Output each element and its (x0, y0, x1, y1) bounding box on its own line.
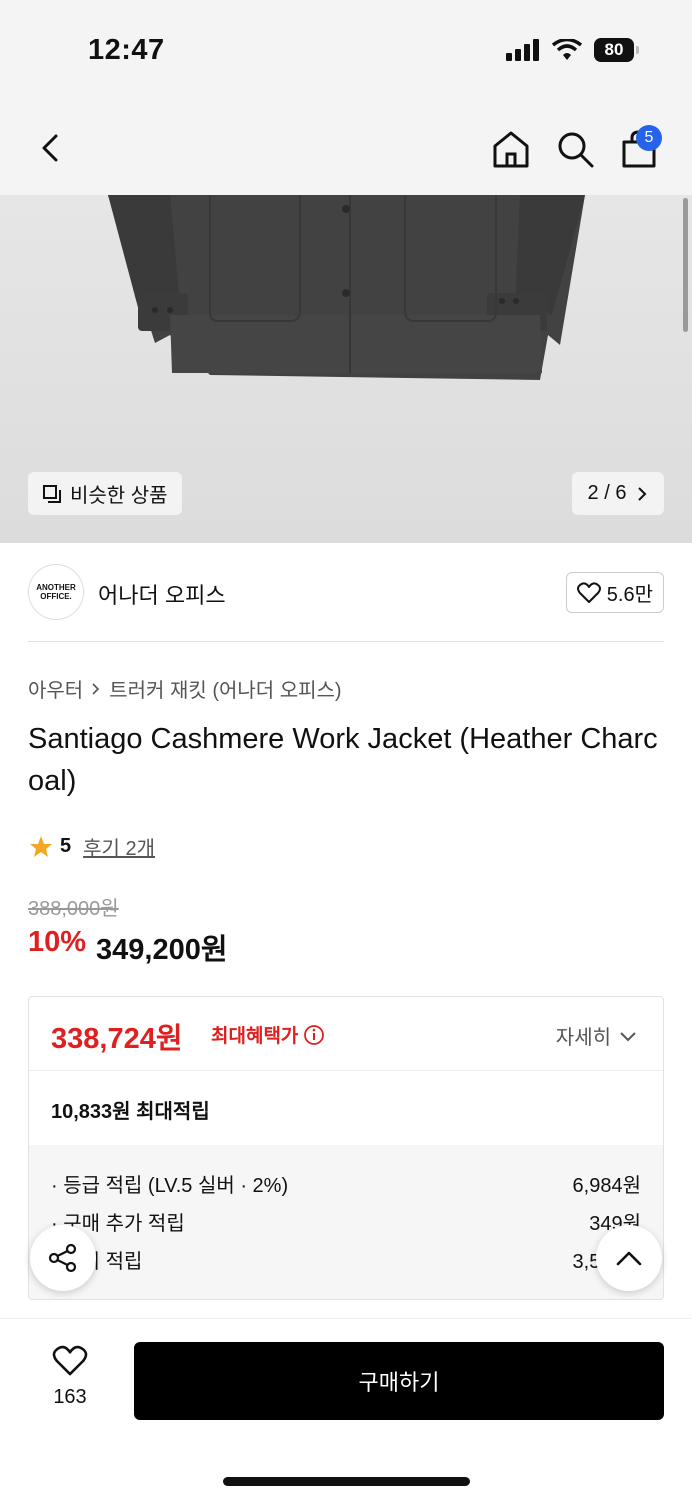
points-row: · 후기 적립 3,500원 (51, 1245, 641, 1274)
brand-logo[interactable]: ANOTHER OFFICE. (28, 564, 84, 620)
breadcrumb-category[interactable]: 아우터 (28, 674, 83, 703)
points-list: · 등급 적립 (LV.5 실버 · 2%) 6,984원 · 구매 추가 적립… (29, 1145, 663, 1299)
benefit-card: 338,724원 최대혜택가 자세히 10,833원 최대적립 · 등급 적립 … (28, 996, 664, 1300)
max-benefit-label: 최대혜택가 (211, 1021, 325, 1048)
home-indicator (223, 1477, 470, 1486)
scrollbar[interactable] (683, 198, 688, 332)
brand-name[interactable]: 어나더 오피스 (98, 578, 226, 610)
wishlist-count: 163 (53, 1386, 87, 1408)
cart-count-badge: 5 (636, 125, 662, 151)
share-button[interactable] (30, 1225, 96, 1291)
brand-logo-line1: ANOTHER (36, 583, 76, 592)
battery-icon: 80 (594, 38, 639, 62)
brand-logo-line2: OFFICE. (40, 592, 72, 601)
breadcrumb-subcategory[interactable]: 트러커 재킷 (어나더 오피스) (109, 674, 341, 703)
brand-like-count: 5.6만 (606, 584, 653, 606)
discount-rate: 10% (28, 926, 87, 958)
nav-bar (0, 100, 692, 195)
points-total: 10,833원 최대적립 (51, 1101, 210, 1123)
page-indicator: 2 / 6 (587, 482, 627, 504)
max-benefit-price: 338,724원 (51, 1023, 183, 1055)
signal-icon (506, 39, 539, 61)
detail-toggle[interactable]: 자세히 (556, 1021, 637, 1050)
star-icon (30, 835, 52, 857)
detail-toggle-label: 자세히 (555, 1027, 611, 1049)
similar-products-label: 비슷한 상품 (70, 485, 168, 507)
brand-like-button[interactable]: 5.6만 (565, 572, 664, 613)
product-title: Santiago Cashmere Work Jacket (Heather C… (28, 723, 658, 797)
home-icon[interactable] (490, 128, 532, 170)
points-value: 6,984원 (572, 1175, 641, 1197)
chevron-down-icon (620, 1031, 636, 1041)
rating-score: 5 (60, 835, 72, 857)
points-row: · 등급 적립 (LV.5 실버 · 2%) 6,984원 (51, 1169, 641, 1198)
reviews-link[interactable]: 후기 2개 (83, 832, 155, 861)
image-pager[interactable]: 2 / 6 (572, 472, 664, 515)
heart-icon (576, 581, 601, 603)
chevron-right-icon (638, 486, 647, 501)
buy-button[interactable]: 구매하기 (134, 1342, 664, 1420)
wifi-icon (552, 39, 582, 60)
breadcrumb: 아우터 트러커 재킷 (어나더 오피스) (28, 674, 342, 703)
info-icon[interactable] (303, 1024, 325, 1046)
similar-icon (43, 484, 61, 503)
chevron-up-icon (616, 1251, 642, 1266)
brand-row[interactable]: ANOTHER OFFICE. 어나더 오피스 5.6만 (28, 560, 664, 642)
points-label: · 등급 적립 (LV.5 실버 · 2%) (51, 1175, 289, 1197)
status-icons: 80 (506, 38, 639, 62)
benefit-header[interactable]: 338,724원 최대혜택가 자세히 (29, 997, 663, 1071)
heart-icon (52, 1345, 88, 1376)
bottom-bar: 163 구매하기 (0, 1318, 692, 1500)
search-icon[interactable] (554, 128, 596, 170)
points-row: · 구매 추가 적립 349원 (51, 1207, 641, 1236)
sale-price-row: 10% 349,200원 (28, 926, 228, 968)
max-benefit-label-text: 최대혜택가 (211, 1026, 299, 1047)
chevron-right-icon (92, 682, 100, 695)
wishlist-button[interactable]: 163 (40, 1345, 100, 1409)
rating: 5 후기 2개 (28, 832, 155, 861)
status-time: 12:47 (88, 34, 165, 66)
original-price: 388,000원 (28, 898, 119, 920)
status-bar: 12:47 80 (0, 0, 692, 100)
share-icon (48, 1243, 77, 1273)
back-icon[interactable] (30, 128, 70, 168)
sale-price: 349,200원 (96, 934, 228, 966)
scroll-top-button[interactable] (596, 1225, 662, 1291)
similar-products-button[interactable]: 비슷한 상품 (28, 472, 182, 515)
